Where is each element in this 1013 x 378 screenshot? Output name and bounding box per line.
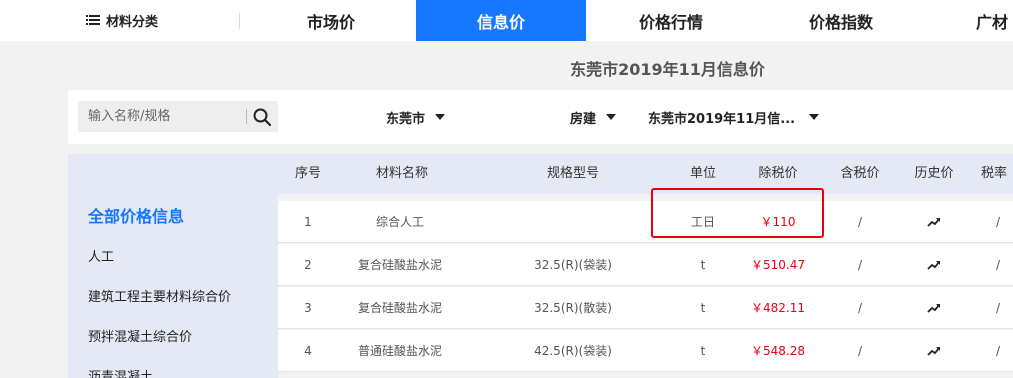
cell-no: 3 <box>304 301 312 315</box>
city-dropdown-label: 东莞市 <box>386 111 426 127</box>
cell-spec: 42.5(R)(袋装) <box>534 344 612 358</box>
header-no: 序号 <box>294 166 321 181</box>
tab-market-price[interactable]: 市场价 <box>283 0 379 41</box>
filter-bar: 东莞市 房建 东莞市2019年11月信... <box>68 90 1013 144</box>
tab-info-price[interactable]: 信息价 <box>416 0 586 41</box>
trend-up-icon[interactable] <box>924 244 944 286</box>
cell-no: 4 <box>304 344 312 358</box>
top-nav: 材料分类 市场价 信息价 价格行情 价格指数 广材 <box>0 0 1013 41</box>
nav-divider <box>239 13 240 29</box>
tab-price-trend[interactable]: 价格行情 <box>626 0 716 41</box>
cell-tax-rate: / <box>995 301 1001 315</box>
cell-spec <box>508 201 638 243</box>
caret-down-icon <box>606 114 617 120</box>
page-title: 东莞市2019年11月信息价 <box>570 60 765 79</box>
header-tax-price: 含税价 <box>840 166 880 181</box>
cell-unit: t <box>700 301 706 315</box>
cell-name: 复合硅酸盐水泥 <box>357 258 442 272</box>
cell-tax-price: / <box>857 344 863 358</box>
table-row: 3 复合硅酸盐水泥 32.5(R)(散装) t ￥482.11 / / <box>278 287 1013 329</box>
cell-tax-price: / <box>857 258 863 272</box>
table-header: 序号 材料名称 规格型号 单位 除税价 含税价 历史价 税率 <box>278 154 1013 194</box>
sidebar-item-asphalt-concrete[interactable]: 沥青混凝土 <box>88 366 153 378</box>
menu-icon <box>86 15 100 26</box>
highlight-box <box>651 188 824 238</box>
sidebar-item-all[interactable]: 全部价格信息 <box>88 203 184 227</box>
sidebar-item-ready-mix-concrete[interactable]: 预拌混凝土综合价 <box>88 326 192 345</box>
cell-name: 复合硅酸盐水泥 <box>357 301 442 315</box>
cell-name: 综合人工 <box>375 215 424 229</box>
cell-tax-rate: / <box>995 344 1001 358</box>
search-divider <box>246 109 247 124</box>
cell-tax-rate: / <box>995 258 1001 272</box>
category-menu-button[interactable]: 材料分类 <box>86 0 158 41</box>
cell-price: ￥510.47 <box>751 258 805 272</box>
header-tax-rate: 税率 <box>981 166 1008 181</box>
tab-guangcai[interactable]: 广材 <box>976 0 1013 41</box>
search-box <box>78 101 278 132</box>
search-icon[interactable] <box>250 105 274 129</box>
trend-up-icon[interactable] <box>924 201 944 243</box>
tab-price-index[interactable]: 价格指数 <box>796 0 886 41</box>
header-history: 历史价 <box>914 166 954 181</box>
category-dropdown[interactable]: 房建 <box>570 90 617 144</box>
sidebar: 全部价格信息 人工 建筑工程主要材料综合价 预拌混凝土综合价 沥青混凝土 <box>68 154 278 378</box>
search-input[interactable] <box>78 101 246 132</box>
trend-up-icon[interactable] <box>924 287 944 329</box>
cell-tax-price: / <box>857 215 863 229</box>
table-row: 2 复合硅酸盐水泥 32.5(R)(袋装) t ￥510.47 / / <box>278 244 1013 286</box>
cell-tax-rate: / <box>995 215 1001 229</box>
header-name: 材料名称 <box>375 166 428 181</box>
table-row: 4 普通硅酸盐水泥 42.5(R)(袋装) t ￥548.28 / / <box>278 330 1013 372</box>
cell-spec: 32.5(R)(散装) <box>534 301 612 315</box>
category-dropdown-label: 房建 <box>570 111 597 127</box>
cell-name: 普通硅酸盐水泥 <box>357 344 442 358</box>
category-menu-label: 材料分类 <box>106 15 159 30</box>
caret-down-icon <box>435 114 446 120</box>
period-dropdown-label: 东莞市2019年11月信... <box>648 111 796 127</box>
header-spec: 规格型号 <box>546 166 599 181</box>
city-dropdown[interactable]: 东莞市 <box>386 90 446 144</box>
trend-up-icon[interactable] <box>924 330 944 372</box>
table-row: 1 综合人工 工日 ￥110 / / <box>278 201 1013 243</box>
cell-spec: 32.5(R)(袋装) <box>534 258 612 272</box>
sidebar-item-main-materials[interactable]: 建筑工程主要材料综合价 <box>88 286 231 305</box>
cell-unit: t <box>700 344 706 358</box>
caret-down-icon <box>809 114 820 120</box>
cell-unit: t <box>700 258 706 272</box>
sidebar-item-labor[interactable]: 人工 <box>88 246 114 265</box>
cell-no: 1 <box>304 215 312 229</box>
cell-no: 2 <box>304 258 312 272</box>
cell-price: ￥548.28 <box>751 344 805 358</box>
cell-price: ￥482.11 <box>751 301 805 315</box>
period-dropdown[interactable]: 东莞市2019年11月信... <box>648 90 820 144</box>
cell-tax-price: / <box>857 301 863 315</box>
